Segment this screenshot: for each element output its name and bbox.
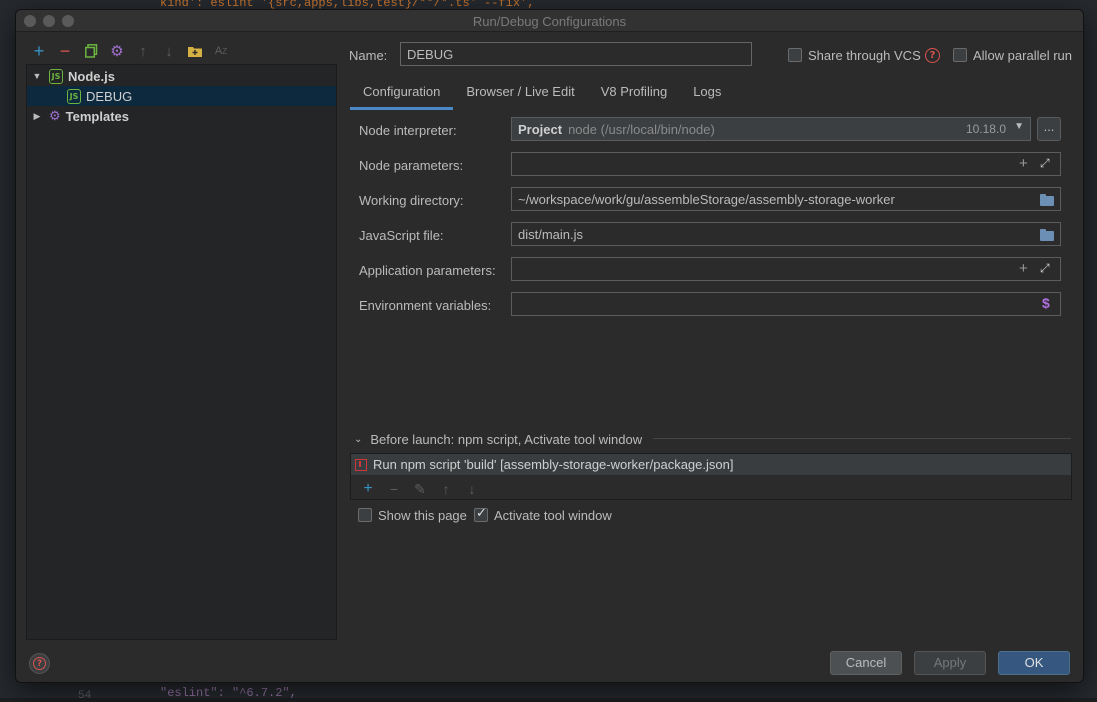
folder-icon[interactable] [1040,229,1054,241]
tab-browser-live-edit[interactable]: Browser / Live Edit [453,80,587,110]
nodejs-icon: JS [49,68,63,84]
editor-line-number: 54 [78,690,92,702]
tree-item-debug[interactable]: JS DEBUG [27,86,336,106]
interpreter-version: 10.18.0 [965,122,1006,136]
move-down-icon[interactable]: ↓ [459,481,485,497]
interpreter-path: node (/usr/local/bin/node) [568,121,715,137]
collapsed-arrow-icon[interactable]: ▶ [31,111,43,122]
edit-icon[interactable]: ✎ [407,481,433,498]
tree-item-label: Node.js [68,68,115,84]
expand-icon[interactable]: ⤢ [1040,156,1050,171]
node-parameters-input[interactable] [511,152,1061,176]
share-vcs-label: Share through VCS [808,48,921,63]
ok-button[interactable]: OK [998,651,1070,675]
browse-interpreter-button[interactable]: ... [1037,117,1061,141]
name-label: Name: [349,48,388,63]
add-icon[interactable]: + [355,480,381,498]
divider [653,438,1071,439]
node-parameters-label: Node parameters: [359,158,464,173]
node-interpreter-label: Node interpreter: [359,123,457,138]
node-interpreter-select[interactable]: Project node (/usr/local/bin/node) 10.18… [511,117,1031,141]
title-bar: Run/Debug Configurations [16,10,1083,32]
list-item[interactable]: Run npm script 'build' [assembly-storage… [351,454,1071,475]
configurations-toolbar: + − ⚙ ↑ ↓ AZ [26,40,234,62]
activate-tool-window-label: Activate tool window [494,508,612,523]
remove-icon[interactable]: − [381,481,407,497]
tab-configuration[interactable]: Configuration [350,80,454,110]
before-launch-toolbar: + − ✎ ↑ ↓ [351,478,485,500]
sort-icon[interactable]: AZ [208,40,234,62]
new-folder-icon[interactable] [182,40,208,62]
dollar-icon[interactable]: $ [1042,295,1050,311]
cancel-button[interactable]: Cancel [830,651,902,675]
config-tabs: Configuration Browser / Live Edit V8 Pro… [350,80,734,110]
activate-tool-window-checkbox[interactable] [474,506,488,522]
tree-item-templates[interactable]: ▶ ⚙ Templates [27,106,336,126]
working-directory-label: Working directory: [359,193,464,208]
share-vcs-checkbox[interactable] [788,48,802,62]
allow-parallel-checkbox[interactable] [953,48,967,62]
settings-icon[interactable]: ⚙ [104,40,130,62]
application-parameters-label: Application parameters: [359,263,496,278]
npm-icon [355,458,367,471]
window-title: Run/Debug Configurations [472,14,627,29]
nodejs-icon: JS [67,88,81,104]
tab-v8-profiling[interactable]: V8 Profiling [588,80,680,110]
allow-parallel-label: Allow parallel run [973,48,1072,63]
move-down-icon[interactable]: ↓ [156,40,182,62]
chevron-down-icon[interactable]: ⌄ [354,434,362,445]
before-launch-list: Run npm script 'build' [assembly-storage… [350,453,1072,500]
chevron-down-icon: ▼ [1014,121,1024,132]
configurations-tree: ▼ JS Node.js JS DEBUG ▶ ⚙ Templates [26,64,337,640]
move-up-icon[interactable]: ↑ [433,481,459,497]
help-icon[interactable]: ? [925,48,940,63]
javascript-file-label: JavaScript file: [359,228,444,243]
folder-icon[interactable] [1040,194,1054,206]
help-button[interactable]: ? [29,653,50,674]
run-debug-configurations-dialog: Run/Debug Configurations + − ⚙ ↑ ↓ AZ ▼ … [15,9,1084,683]
interpreter-project: Project [518,121,563,137]
expanded-arrow-icon[interactable]: ▼ [31,71,43,81]
gear-icon: ⚙ [49,108,61,123]
tree-item-label: DEBUG [86,88,133,104]
javascript-file-input[interactable]: dist/main.js [511,222,1061,246]
help-icon: ? [33,657,46,670]
add-icon[interactable]: + [1019,260,1028,277]
remove-icon[interactable]: − [52,40,78,62]
tree-item-label: Templates [65,108,129,124]
move-up-icon[interactable]: ↑ [130,40,156,62]
name-input[interactable]: DEBUG [400,42,752,66]
tree-item-nodejs[interactable]: ▼ JS Node.js [27,66,336,86]
before-launch-task-label: Run npm script 'build' [assembly-storage… [373,457,734,472]
add-icon[interactable]: + [26,40,52,62]
expand-icon[interactable]: ⤢ [1040,261,1050,276]
show-this-page-label: Show this page [378,508,467,523]
tab-logs[interactable]: Logs [680,80,734,110]
before-launch-title: Before launch: npm script, Activate tool… [370,432,643,447]
add-icon[interactable]: + [1019,155,1028,172]
environment-variables-input[interactable] [511,292,1061,316]
working-directory-input[interactable]: ~/workspace/work/gu/assembleStorage/asse… [511,187,1061,211]
before-launch-header[interactable]: ⌄ Before launch: npm script, Activate to… [354,432,642,447]
application-parameters-input[interactable] [511,257,1061,281]
show-this-page-checkbox[interactable] [358,508,372,522]
apply-button[interactable]: Apply [914,651,986,675]
environment-variables-label: Environment variables: [359,298,492,313]
copy-icon[interactable] [78,40,104,62]
